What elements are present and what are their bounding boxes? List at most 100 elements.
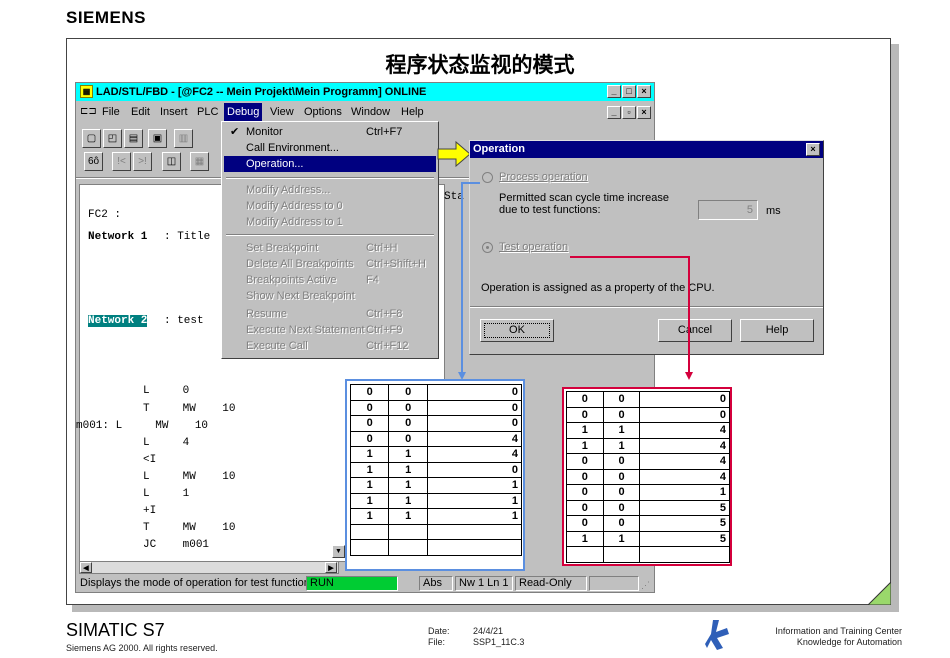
table-row xyxy=(349,523,523,540)
table-row: 004 xyxy=(566,453,730,470)
table-row xyxy=(566,546,730,563)
table-cell: 0 xyxy=(602,515,641,532)
table-cell: 0 xyxy=(639,406,730,423)
table-cell: 0 xyxy=(426,461,523,478)
table-cell: 1 xyxy=(602,422,641,439)
table-cell: 1 xyxy=(426,492,523,509)
table-cell xyxy=(639,546,730,563)
table-row: 111 xyxy=(349,492,523,509)
test-operation-table-frame: 000000114114004004001005005115 xyxy=(562,387,732,566)
table-cell: 0 xyxy=(602,499,641,516)
date-value: 24/4/21 xyxy=(473,626,504,636)
table-row: 114 xyxy=(566,437,730,454)
file-label: File: xyxy=(428,637,446,647)
table-cell: 0 xyxy=(602,468,641,485)
table-row: 004 xyxy=(349,430,523,447)
date-label: Date: xyxy=(428,626,450,636)
table-cell: 1 xyxy=(349,492,390,509)
table-cell: 0 xyxy=(566,499,604,516)
table-cell: 4 xyxy=(639,468,730,485)
table-cell: 1 xyxy=(426,477,523,494)
table-cell: 1 xyxy=(602,530,641,547)
table-cell: 1 xyxy=(566,437,604,454)
table-row: 114 xyxy=(566,422,730,439)
table-cell: 4 xyxy=(639,437,730,454)
footer-right: Information and Training Center Knowledg… xyxy=(700,626,902,648)
table-cell: 0 xyxy=(566,391,604,408)
table-cell: 1 xyxy=(349,461,390,478)
footer-left: SIMATIC S7 Siemens AG 2000. All rights r… xyxy=(66,620,218,653)
table-cell: 0 xyxy=(566,515,604,532)
table-cell xyxy=(349,523,390,540)
table-cell: 1 xyxy=(388,508,428,525)
table-row: 005 xyxy=(566,499,730,516)
table-cell: 0 xyxy=(349,430,390,447)
table-cell: 0 xyxy=(566,453,604,470)
table-cell: 0 xyxy=(566,468,604,485)
table-cell: 1 xyxy=(388,461,428,478)
footer-meta: Date: 24/4/21 File: SSP1_11C.3 xyxy=(428,626,524,648)
table-row: 114 xyxy=(349,446,523,463)
table-cell xyxy=(566,546,604,563)
table-row: 111 xyxy=(349,477,523,494)
table-row: 000 xyxy=(566,391,730,408)
red-connector xyxy=(570,256,690,374)
table-row: 000 xyxy=(349,415,523,432)
table-cell: 1 xyxy=(349,508,390,525)
table-cell: 1 xyxy=(349,477,390,494)
table-cell: 0 xyxy=(602,406,641,423)
table-row: 004 xyxy=(566,468,730,485)
copyright: Siemens AG 2000. All rights reserved. xyxy=(66,643,218,653)
table-cell: 0 xyxy=(426,415,523,432)
table-cell xyxy=(426,539,523,556)
table-cell: 0 xyxy=(388,384,428,401)
table-cell: 1 xyxy=(388,477,428,494)
table-cell: 4 xyxy=(639,422,730,439)
process-operation-table-frame: 000000000004114110111111111 xyxy=(345,379,525,571)
table-row: 000 xyxy=(349,399,523,416)
center-line2: Knowledge for Automation xyxy=(796,637,902,647)
table-cell xyxy=(388,539,428,556)
table-cell: 0 xyxy=(602,453,641,470)
table-cell: 1 xyxy=(388,492,428,509)
table-cell xyxy=(426,523,523,540)
table-cell: 1 xyxy=(426,508,523,525)
table-cell: 0 xyxy=(388,415,428,432)
table-cell: 1 xyxy=(349,446,390,463)
table-row: 000 xyxy=(566,406,730,423)
process-operation-table: 000000000004114110111111111 xyxy=(349,384,523,556)
table-cell: 0 xyxy=(566,484,604,501)
table-cell: 1 xyxy=(639,484,730,501)
table-row: 001 xyxy=(566,484,730,501)
table-cell: 4 xyxy=(639,453,730,470)
table-cell: 5 xyxy=(639,530,730,547)
table-row: 000 xyxy=(349,384,523,401)
table-cell: 5 xyxy=(639,515,730,532)
table-cell: 0 xyxy=(349,415,390,432)
table-cell: 1 xyxy=(566,422,604,439)
blue-connector xyxy=(461,182,480,374)
table-cell: 1 xyxy=(388,446,428,463)
table-row xyxy=(349,539,523,556)
table-row: 115 xyxy=(566,530,730,547)
table-cell: 0 xyxy=(602,484,641,501)
table-cell: 4 xyxy=(426,430,523,447)
table-cell: 0 xyxy=(639,391,730,408)
table-cell: 0 xyxy=(388,399,428,416)
product-name: SIMATIC S7 xyxy=(66,620,165,640)
table-row: 110 xyxy=(349,461,523,478)
table-cell: 4 xyxy=(426,446,523,463)
test-operation-table: 000000114114004004001005005115 xyxy=(566,391,730,563)
table-cell: 0 xyxy=(426,399,523,416)
table-cell xyxy=(602,546,641,563)
table-cell: 0 xyxy=(388,430,428,447)
red-arrowhead-icon xyxy=(685,372,693,380)
table-cell: 0 xyxy=(426,384,523,401)
table-cell: 5 xyxy=(639,499,730,516)
table-cell: 0 xyxy=(566,406,604,423)
table-cell: 1 xyxy=(602,437,641,454)
table-cell: 0 xyxy=(349,384,390,401)
table-row: 111 xyxy=(349,508,523,525)
table-row: 005 xyxy=(566,515,730,532)
table-cell xyxy=(388,523,428,540)
